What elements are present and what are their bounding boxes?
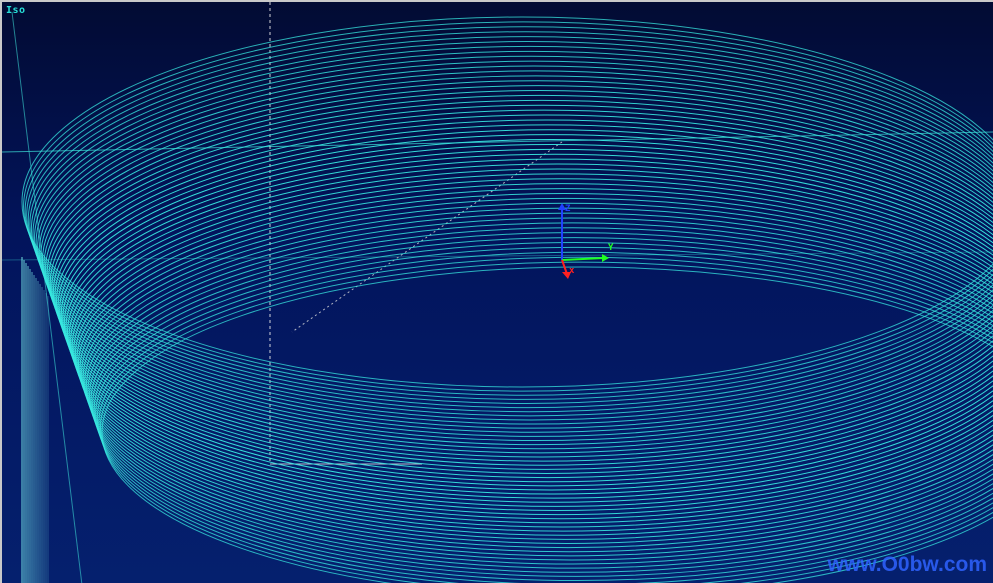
z-axis-label: Z [565,204,571,214]
coil-turn [23,21,993,392]
view-orientation-label: Iso [6,5,26,16]
coil-turn [76,188,993,532]
watermark-text: www.O0bw.com [827,553,987,576]
y-axis-label: Y [608,243,614,253]
coil-seam-lines [21,257,49,583]
guide-line-horizontal-lower [2,251,993,261]
coil-turn [64,148,993,499]
y-axis-line [561,257,605,261]
cad-viewport[interactable]: Z Y x Iso www.O0bw.com [0,0,993,583]
coil-turn [65,153,993,503]
coil-turn [26,31,993,400]
coil-wireframe [21,16,993,583]
coil-turn [62,144,993,495]
coil-turn [54,119,993,474]
coil-turn [60,139,993,491]
coil-turn [67,158,993,507]
wireframe-scene[interactable]: Z Y x [2,2,993,583]
coil-turn [78,193,993,536]
coil-turn [68,163,993,511]
x-axis-label: x [569,266,575,276]
coil-turn [70,168,993,516]
coil-turn [24,26,993,396]
